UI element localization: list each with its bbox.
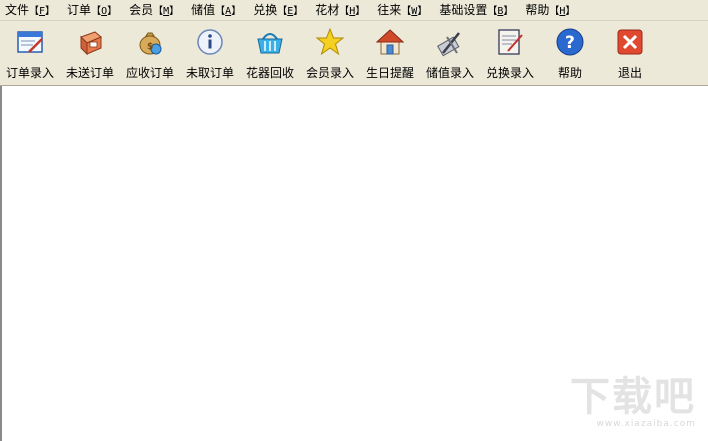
exit-label: 退出 — [617, 66, 642, 80]
help-question-icon: ? — [556, 28, 584, 56]
stored-value-entry-label: 储值录入 — [425, 66, 474, 80]
unpicked-orders-button[interactable]: 未取订单 — [180, 27, 240, 83]
member-entry-label: 会员录入 — [305, 66, 354, 80]
menu-member[interactable]: 会员【M】 — [124, 0, 186, 20]
unpicked-orders-label: 未取订单 — [185, 66, 234, 80]
menu-help[interactable]: 帮助【H】 — [520, 0, 582, 20]
info-icon — [197, 29, 223, 55]
watermark-url: www.xiazaiba.com — [596, 419, 696, 429]
star-icon — [315, 27, 345, 56]
birthday-reminder-button[interactable]: 生日提醒 — [360, 27, 420, 83]
help-label: 帮助 — [557, 66, 582, 80]
help-button[interactable]: ? 帮助 — [540, 27, 600, 83]
exchange-entry-label: 兑换录入 — [485, 66, 534, 80]
menu-contacts[interactable]: 往来【W】 — [372, 0, 434, 20]
close-icon — [617, 29, 643, 55]
svg-text:?: ? — [565, 33, 575, 53]
toolbar: 订单录入 未送订单 $ 应收订单 未取订单 花器回收 会员录入 生日提醒 储值录… — [0, 21, 708, 86]
menu-stored-value[interactable]: 储值【A】 — [186, 0, 248, 20]
vase-recycle-button[interactable]: 花器回收 — [240, 27, 300, 83]
basket-icon — [257, 33, 283, 54]
menu-file[interactable]: 文件【F】 — [0, 0, 62, 20]
order-form-icon — [17, 31, 43, 53]
main-content-area: 下载吧 www.xiazaiba.com — [0, 86, 708, 441]
birthday-reminder-label: 生日提醒 — [365, 66, 414, 80]
unsent-orders-label: 未送订单 — [65, 66, 114, 80]
tools-icon — [437, 32, 460, 57]
money-bag-icon: $ — [139, 32, 162, 55]
stored-value-entry-button[interactable]: 储值录入 — [420, 27, 480, 83]
svg-text:$: $ — [147, 42, 153, 52]
receivable-orders-label: 应收订单 — [125, 66, 174, 80]
menu-exchange[interactable]: 兑换【E】 — [248, 0, 310, 20]
order-entry-label: 订单录入 — [5, 66, 54, 80]
delivery-box-icon — [80, 31, 102, 56]
notepad-icon — [498, 29, 523, 55]
exit-button[interactable]: 退出 — [600, 27, 660, 83]
watermark: 下载吧 www.xiazaiba.com — [546, 375, 696, 435]
order-entry-button[interactable]: 订单录入 — [0, 27, 60, 83]
menu-bar: 文件【F】 订单【O】 会员【M】 储值【A】 兑换【E】 花材【H】 往来【W… — [0, 0, 708, 21]
receivable-orders-button[interactable]: $ 应收订单 — [120, 27, 180, 83]
unsent-orders-button[interactable]: 未送订单 — [60, 27, 120, 83]
house-icon — [375, 29, 405, 55]
menu-flower-material[interactable]: 花材【H】 — [310, 0, 372, 20]
member-entry-button[interactable]: 会员录入 — [300, 27, 360, 83]
menu-order[interactable]: 订单【O】 — [62, 0, 124, 20]
menu-basic-settings[interactable]: 基础设置【B】 — [434, 0, 520, 20]
vase-recycle-label: 花器回收 — [245, 66, 294, 80]
watermark-logo-text: 下载吧 — [570, 374, 696, 420]
exchange-entry-button[interactable]: 兑换录入 — [480, 27, 540, 83]
